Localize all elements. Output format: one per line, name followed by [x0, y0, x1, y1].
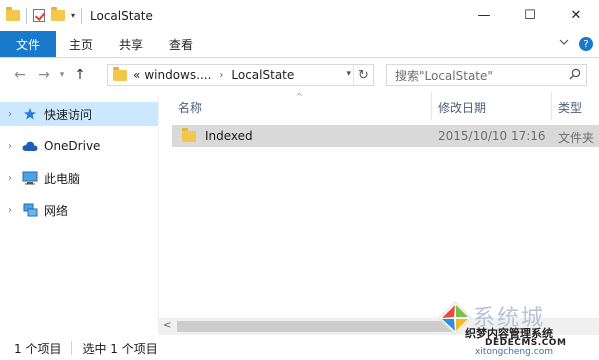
address-overflow[interactable]: «: [133, 68, 140, 82]
column-divider[interactable]: [551, 92, 552, 120]
close-button[interactable]: ✕: [553, 0, 599, 31]
sort-arrow-icon: ^: [296, 92, 303, 101]
column-header-date[interactable]: 修改日期: [438, 99, 486, 116]
nav-item-this-pc[interactable]: › 此电脑: [0, 166, 158, 190]
column-header-type[interactable]: 类型: [558, 99, 582, 116]
help-icon[interactable]: ?: [579, 37, 593, 51]
folder-icon: [182, 127, 196, 142]
scroll-left-icon[interactable]: <: [163, 320, 171, 331]
watermark-line3: xitongcheng.com: [475, 347, 553, 357]
up-arrow-icon[interactable]: ↑: [68, 67, 92, 83]
customize-toolbar-icon[interactable]: ▾: [71, 11, 75, 20]
forward-arrow-icon[interactable]: →: [32, 67, 56, 83]
nav-item-label: 此电脑: [44, 171, 81, 186]
column-headers: ^ 名称 修改日期 类型: [166, 92, 599, 120]
folder-icon: [113, 66, 127, 81]
folder-icon: [6, 7, 20, 21]
computer-icon: [20, 170, 40, 186]
navigation-bar: ← → ▾ ↑ « windows.... › LocalState ▾ ↻ 搜…: [0, 58, 599, 92]
expand-chevron-icon[interactable]: ›: [0, 141, 20, 152]
tab-share[interactable]: 共享: [106, 31, 156, 57]
minimize-button[interactable]: —: [461, 0, 507, 31]
nav-item-quick-access[interactable]: › 快速访问: [0, 102, 158, 126]
new-folder-icon[interactable]: [51, 7, 65, 21]
tab-file[interactable]: 文件: [0, 31, 56, 57]
file-type: 文件夹: [558, 131, 595, 145]
scrollbar-thumb[interactable]: [177, 321, 457, 332]
column-divider[interactable]: [431, 92, 432, 120]
search-box[interactable]: 搜索"LocalState": [386, 64, 587, 86]
breadcrumb-separator[interactable]: ›: [219, 70, 223, 81]
ribbon-tabs: 文件 主页 共享 查看 ?: [0, 31, 599, 58]
status-divider: [71, 341, 73, 355]
properties-icon[interactable]: [33, 9, 45, 22]
nav-item-label: 快速访问: [44, 107, 93, 122]
search-input[interactable]: 搜索"LocalState": [395, 67, 493, 84]
navigation-pane: › 快速访问 › OneDrive › 此电脑 › 网络: [0, 96, 158, 334]
tab-home[interactable]: 主页: [56, 31, 106, 57]
title-bar: ▾ LocalState — ☐ ✕: [0, 0, 599, 31]
maximize-button[interactable]: ☐: [507, 0, 553, 31]
cloud-icon: [20, 138, 40, 154]
expand-chevron-icon[interactable]: ›: [0, 205, 20, 216]
recent-locations-icon[interactable]: ▾: [56, 70, 68, 80]
selected-count: 选中 1 个项目: [82, 341, 158, 356]
tab-view[interactable]: 查看: [156, 31, 206, 57]
nav-item-label: OneDrive: [44, 139, 101, 153]
star-icon: [20, 106, 40, 122]
address-dropdown-icon[interactable]: ▾: [346, 69, 351, 79]
pane-divider[interactable]: [158, 96, 159, 334]
nav-item-label: 网络: [44, 203, 69, 218]
toolbar-divider: [26, 7, 27, 24]
nav-item-onedrive[interactable]: › OneDrive: [0, 134, 158, 158]
chevron-down-icon[interactable]: [559, 37, 569, 51]
window-title: LocalState: [90, 8, 153, 23]
column-header-name[interactable]: 名称: [178, 99, 202, 116]
back-arrow-icon[interactable]: ←: [8, 67, 32, 83]
address-bar[interactable]: « windows.... › LocalState ▾ ↻: [107, 64, 374, 86]
expand-chevron-icon[interactable]: ›: [0, 109, 20, 120]
file-date: 2015/10/10 17:16: [438, 129, 546, 143]
expand-chevron-icon[interactable]: ›: [0, 173, 20, 184]
search-icon[interactable]: [569, 68, 581, 80]
file-row[interactable]: Indexed 2015/10/10 17:16 文件夹: [172, 125, 599, 147]
quick-access-toolbar: ▾: [0, 7, 83, 24]
item-count: 1 个项目: [14, 341, 62, 356]
breadcrumb-windows[interactable]: windows....: [144, 68, 211, 82]
refresh-icon[interactable]: ↻: [353, 65, 373, 85]
watermark: 系统城 织梦内容管理系统 DEDECMS.COM xitongcheng.com: [437, 300, 597, 358]
file-name: Indexed: [205, 129, 253, 143]
ribbon-controls: ?: [559, 37, 593, 51]
toolbar-divider: [81, 7, 83, 24]
window-controls: — ☐ ✕: [461, 0, 599, 31]
breadcrumb-localstate[interactable]: LocalState: [231, 68, 294, 82]
nav-item-network[interactable]: › 网络: [0, 198, 158, 222]
network-icon: [20, 202, 40, 218]
